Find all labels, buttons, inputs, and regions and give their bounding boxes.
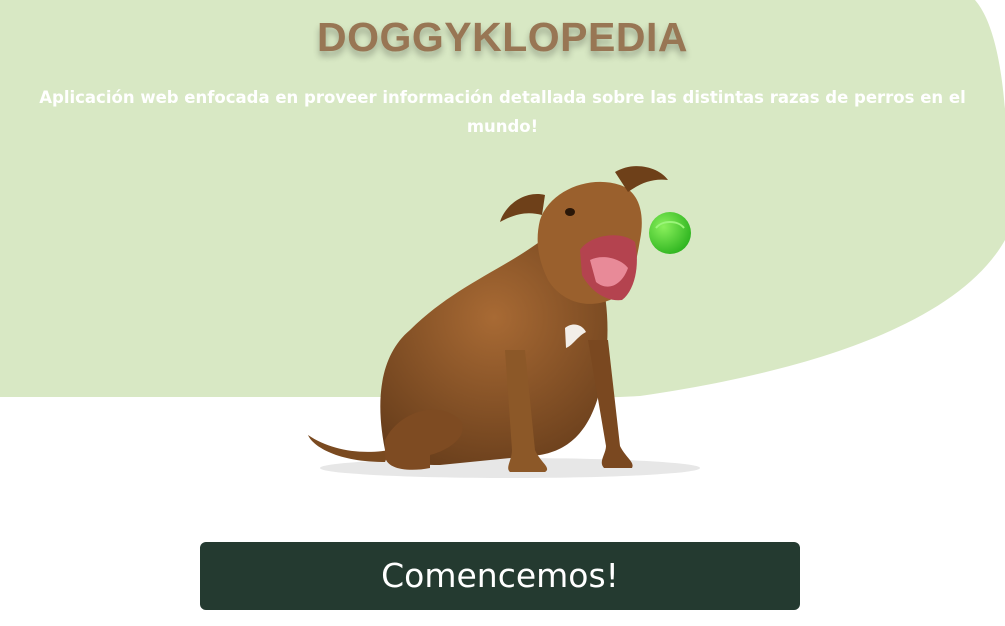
app-title: DOGGYKLOPEDIA bbox=[317, 14, 688, 60]
dog-hero-image bbox=[308, 166, 700, 478]
dog-ear-left bbox=[500, 194, 545, 222]
dog-tail bbox=[308, 435, 390, 462]
dog-eye bbox=[565, 208, 575, 216]
start-button[interactable]: Comencemos! bbox=[200, 542, 800, 610]
green-ball bbox=[649, 212, 691, 254]
app-description: Aplicación web enfocada en proveer infor… bbox=[39, 88, 966, 136]
